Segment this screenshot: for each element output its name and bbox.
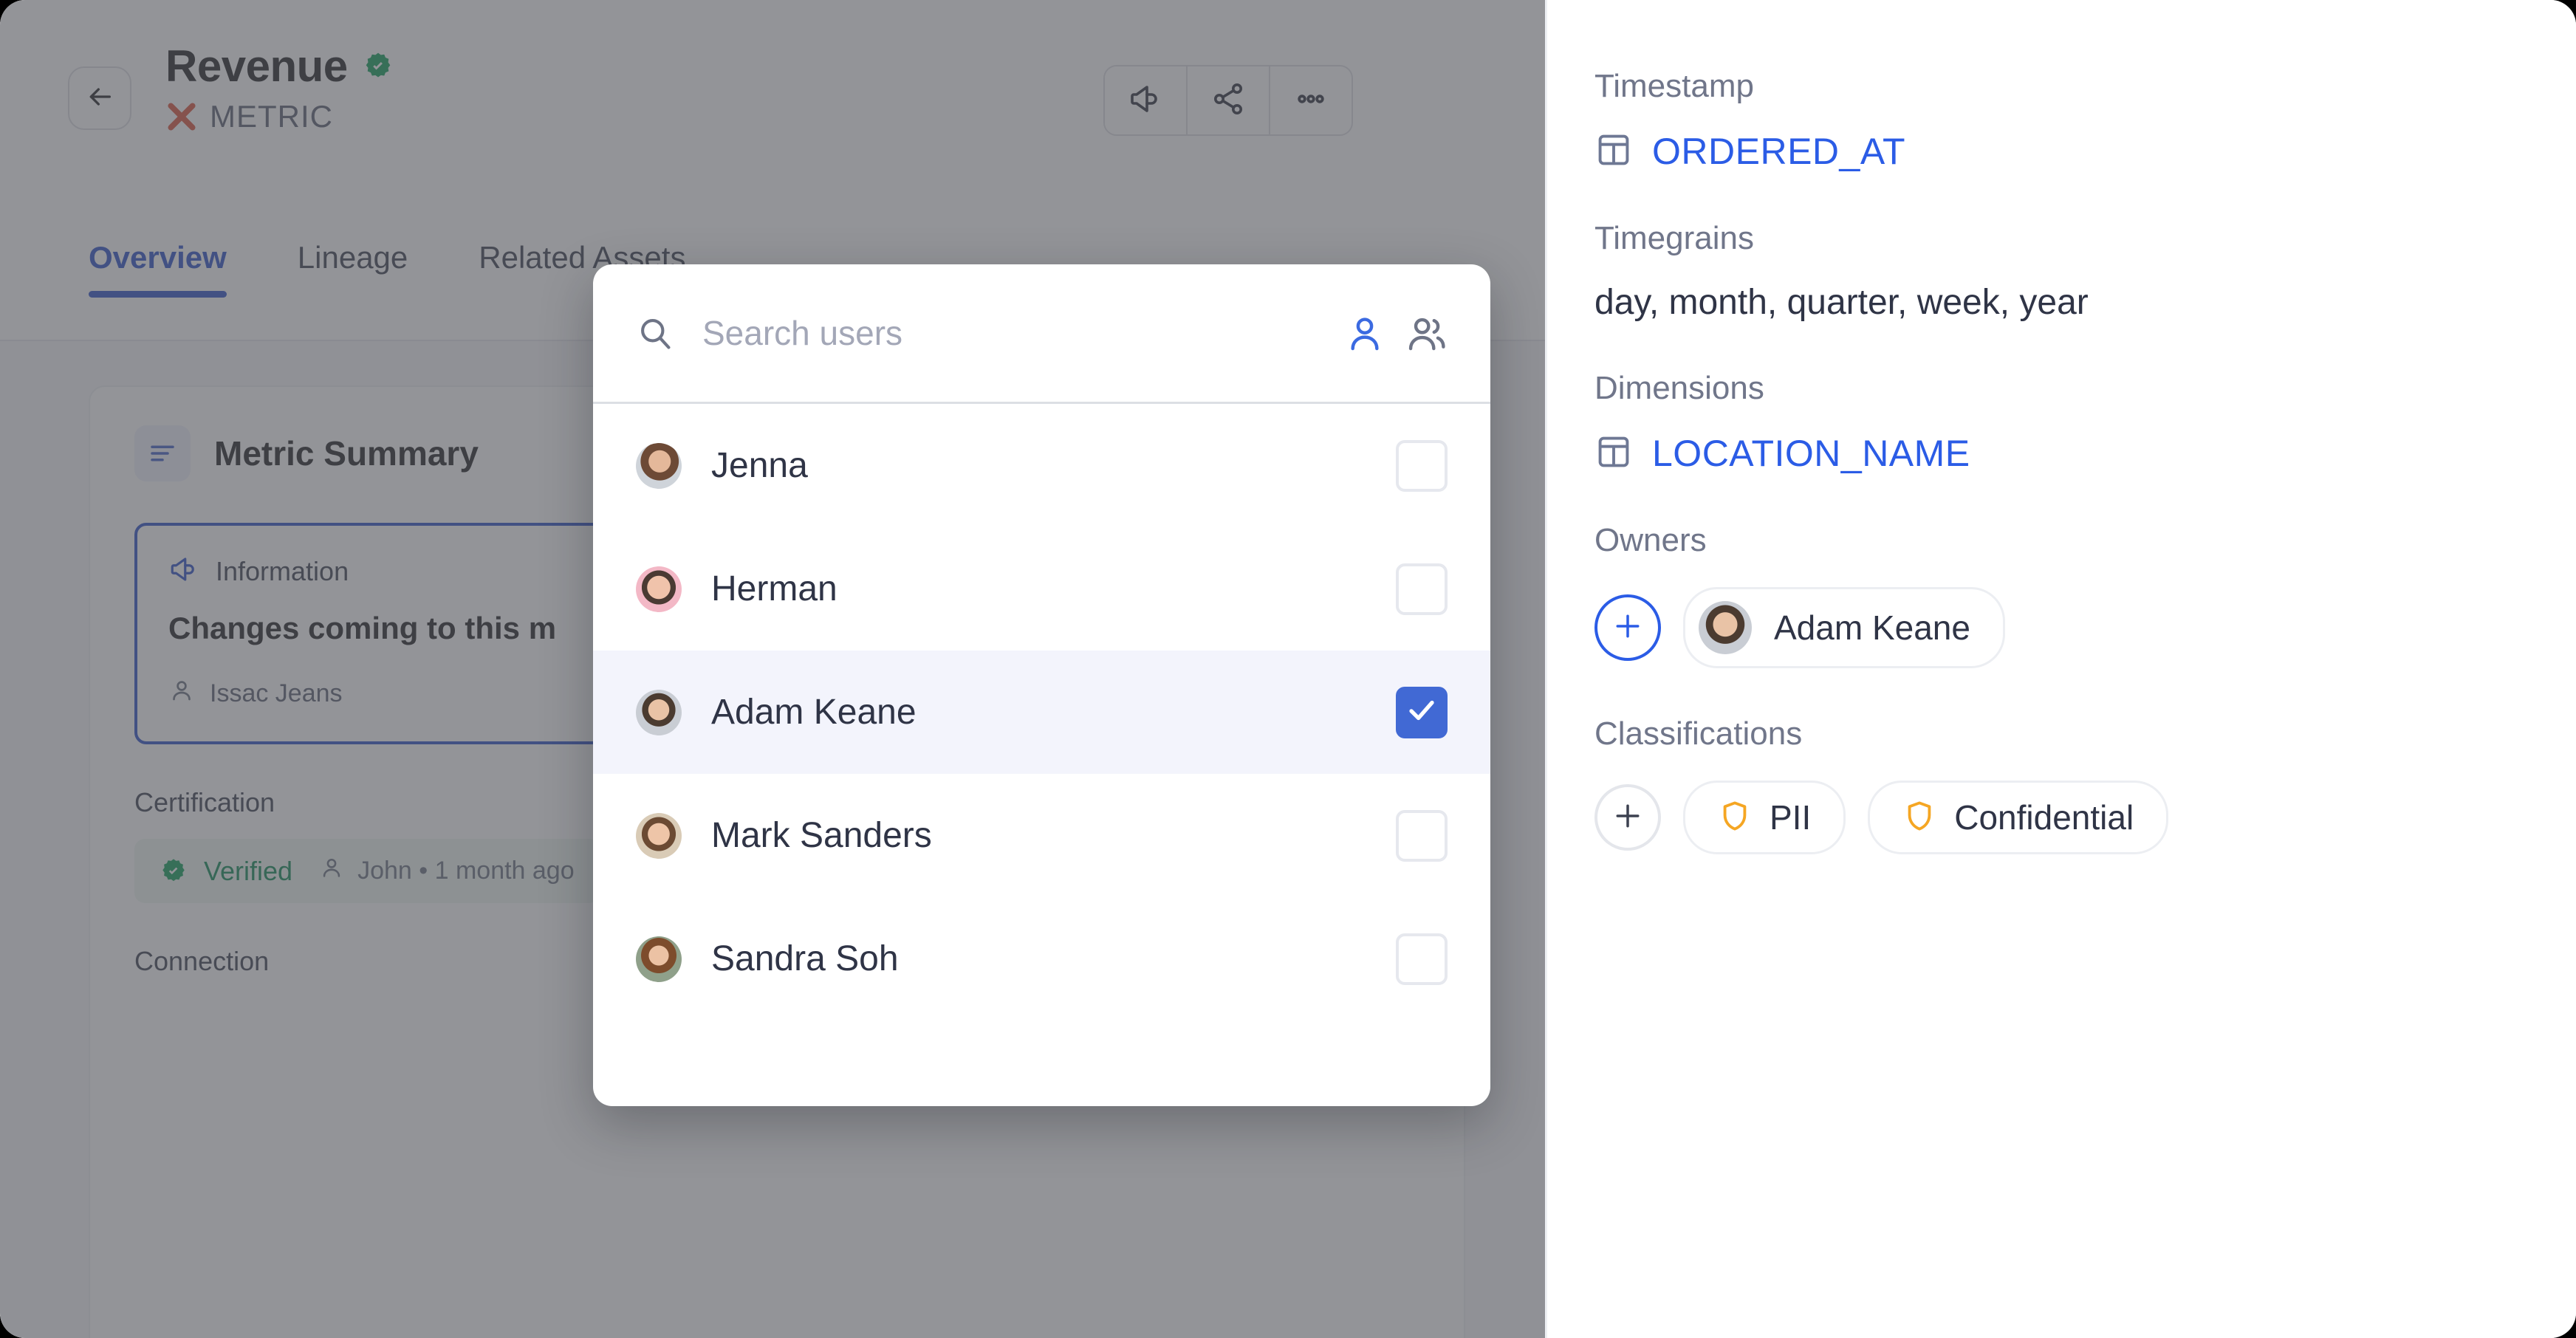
classifications-label: Classifications <box>1594 716 1803 752</box>
user-list: Jenna Herman Adam Keane Mark Sanders San… <box>593 404 1490 1106</box>
avatar <box>636 689 682 735</box>
owners-label: Owners <box>1594 522 1707 558</box>
timestamp-label: Timestamp <box>1594 68 1754 104</box>
users-mode-icon[interactable] <box>1344 312 1385 354</box>
user-checkbox[interactable] <box>1396 933 1448 985</box>
user-list-item[interactable]: Adam Keane <box>593 651 1490 774</box>
owners-chip-row: Adam Keane <box>1594 587 2576 668</box>
dimensions-label: Dimensions <box>1594 370 1764 406</box>
user-name: Adam Keane <box>711 693 917 732</box>
user-checkbox[interactable] <box>1396 809 1448 862</box>
search-icon <box>636 314 674 352</box>
column-icon <box>1594 131 1633 173</box>
avatar <box>1699 601 1752 654</box>
timegrains-value: day, month, quarter, week, year <box>1594 283 2089 322</box>
user-search-bar <box>593 264 1490 404</box>
user-name: Sandra Soh <box>711 939 899 978</box>
avatar <box>636 442 682 489</box>
user-name: Jenna <box>711 446 808 485</box>
classification-chip-pii[interactable]: PII <box>1683 780 1846 854</box>
timegrains-section: Timegrains day, month, quarter, week, ye… <box>1594 220 2576 323</box>
owner-name: Adam Keane <box>1774 608 1970 647</box>
shield-icon <box>1718 799 1752 837</box>
owner-chip[interactable]: Adam Keane <box>1683 587 2005 668</box>
avatar <box>636 936 682 982</box>
metadata-panel: Timestamp ORDERED_AT Timegrains day, mon… <box>1545 0 2576 1338</box>
dimensions-value[interactable]: LOCATION_NAME <box>1594 432 2576 475</box>
timegrains-label: Timegrains <box>1594 220 1754 256</box>
user-list-item[interactable]: Jenna <box>593 404 1490 527</box>
avatar <box>636 566 682 612</box>
dimensions-section: Dimensions LOCATION_NAME <box>1594 370 2576 475</box>
search-input[interactable] <box>701 312 1318 354</box>
classification-name: PII <box>1770 798 1812 837</box>
user-list-item[interactable]: Sandra Soh <box>593 897 1490 1020</box>
timestamp-link-text: ORDERED_AT <box>1652 131 1906 172</box>
user-checkbox[interactable] <box>1396 439 1448 492</box>
shield-icon <box>1902 799 1936 837</box>
user-name: Herman <box>711 569 837 608</box>
classification-name: Confidential <box>1954 798 2134 837</box>
user-checkbox[interactable] <box>1396 686 1448 738</box>
owners-section: Owners Adam Keane <box>1594 522 2576 668</box>
check-icon <box>1406 695 1437 730</box>
plus-icon <box>1611 610 1644 646</box>
user-list-item[interactable]: Herman <box>593 527 1490 651</box>
classification-chip-confidential[interactable]: Confidential <box>1868 780 2169 854</box>
timestamp-value[interactable]: ORDERED_AT <box>1594 130 2576 173</box>
add-classification-button[interactable] <box>1594 784 1661 851</box>
mode-toggle-group <box>1344 312 1448 354</box>
classifications-chip-row: PII Confidential <box>1594 780 2576 854</box>
app-window: Revenue <box>0 0 2576 1338</box>
dimensions-link-text: LOCATION_NAME <box>1652 433 1970 474</box>
classifications-section: Classifications PII Confidential <box>1594 716 2576 854</box>
user-list-item[interactable]: Mark Sanders <box>593 774 1490 897</box>
user-picker-modal: Jenna Herman Adam Keane <box>593 264 1490 1106</box>
plus-icon <box>1611 800 1644 836</box>
user-checkbox[interactable] <box>1396 563 1448 615</box>
column-icon <box>1594 433 1633 475</box>
user-name: Mark Sanders <box>711 816 932 855</box>
users-group-icon[interactable] <box>1406 312 1448 354</box>
add-owner-button[interactable] <box>1594 594 1661 661</box>
timestamp-section: Timestamp ORDERED_AT <box>1594 68 2576 173</box>
avatar <box>636 812 682 859</box>
